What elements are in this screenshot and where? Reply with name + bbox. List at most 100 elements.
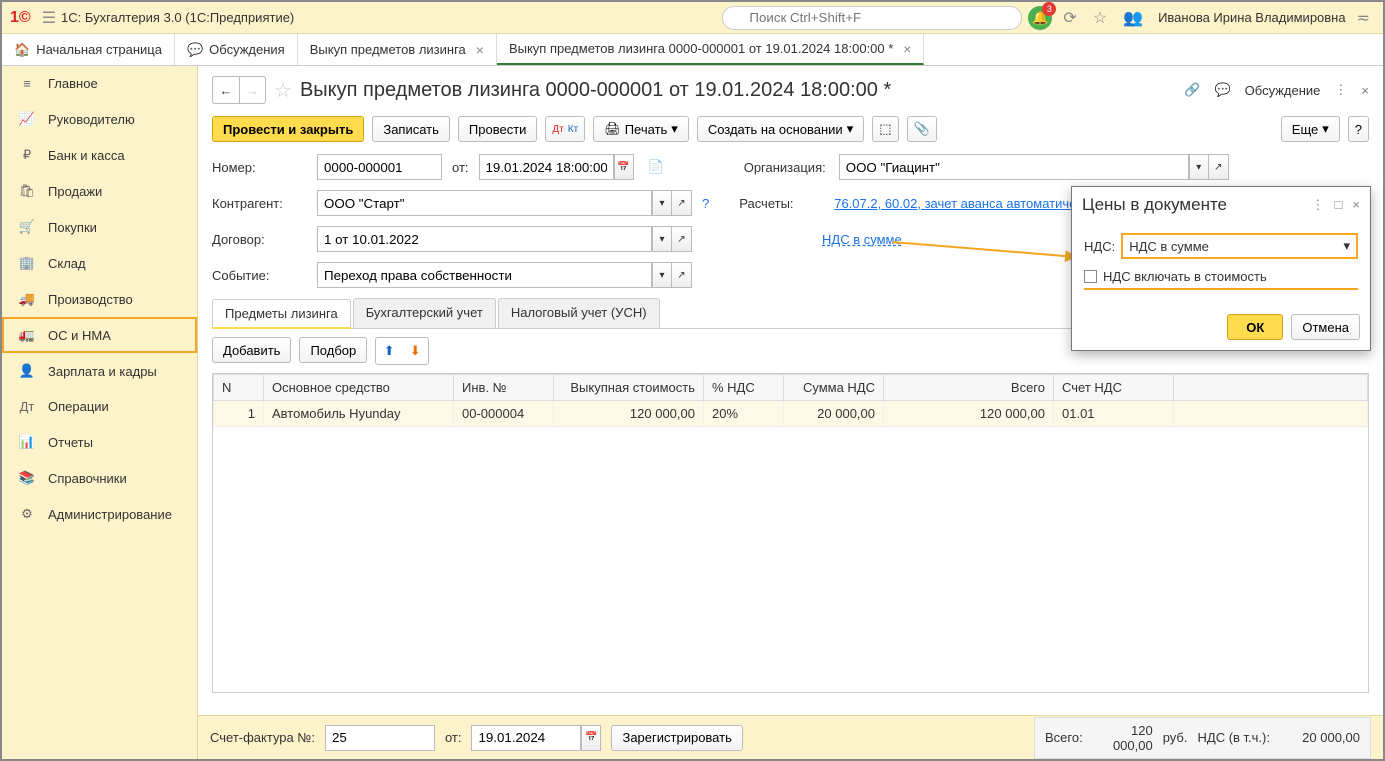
cell-vat-sum[interactable]: 20 000,00 [784, 401, 884, 427]
open-icon[interactable]: ↗ [672, 226, 692, 252]
contract-input[interactable] [317, 226, 652, 252]
contr-input[interactable] [317, 190, 652, 216]
col-cost[interactable]: Выкупная стоимость [554, 375, 704, 401]
dtkt-button[interactable]: ДтКт [545, 116, 585, 142]
help-button[interactable]: ? [1348, 116, 1369, 142]
cell-vat-pct[interactable]: 20% [704, 401, 784, 427]
col-total[interactable]: Всего [884, 375, 1054, 401]
col-inv[interactable]: Инв. № [454, 375, 554, 401]
nav-bank[interactable]: ₽Банк и касса [2, 137, 197, 173]
col-vat-sum[interactable]: Сумма НДС [784, 375, 884, 401]
invoice-date-input[interactable] [471, 725, 581, 751]
cell-acct[interactable]: 01.01 [1054, 401, 1174, 427]
items-table[interactable]: N Основное средство Инв. № Выкупная стои… [212, 373, 1369, 693]
nav-warehouse[interactable]: 🏢Склад [2, 245, 197, 281]
register-button[interactable]: Зарегистрировать [611, 725, 742, 751]
pick-button[interactable]: Подбор [299, 337, 367, 363]
more-icon[interactable]: ⋮ [1334, 82, 1347, 98]
post-button[interactable]: Провести [458, 116, 538, 142]
back-button[interactable]: ← [213, 77, 239, 103]
menu-icon[interactable]: ☰ [42, 8, 56, 28]
nav-hr[interactable]: 👤Зарплата и кадры [2, 353, 197, 389]
tab-leasing-items[interactable]: Предметы лизинга [212, 299, 351, 329]
cell-cost[interactable]: 120 000,00 [554, 401, 704, 427]
forward-button[interactable]: → [239, 77, 265, 103]
more-icon[interactable]: ⋮ [1312, 197, 1325, 213]
calc-link[interactable]: 76.07.2, 60.02, зачет аванса автоматичес… [834, 196, 1096, 211]
close-icon[interactable]: × [476, 42, 484, 58]
save-button[interactable]: Записать [372, 116, 450, 142]
post-close-button[interactable]: Провести и закрыть [212, 116, 364, 142]
popup-nds-select[interactable]: НДС в сумме ▾ [1121, 233, 1358, 259]
open-icon[interactable]: ↗ [672, 262, 692, 288]
chevron-down-icon[interactable]: ▾ [652, 262, 672, 288]
attach-button[interactable]: 📎 [907, 116, 937, 142]
chevron-down-icon[interactable]: ▾ [1189, 154, 1209, 180]
popup-cancel-button[interactable]: Отмена [1291, 314, 1360, 340]
star-icon[interactable]: ☆ [1093, 8, 1107, 28]
nav-references[interactable]: 📚Справочники [2, 460, 197, 496]
discuss-link[interactable]: Обсуждение [1245, 83, 1321, 98]
col-vat-pct[interactable]: % НДС [704, 375, 784, 401]
calendar-icon[interactable]: 📅 [581, 725, 601, 751]
nav-reports[interactable]: 📊Отчеты [2, 424, 197, 460]
tab-leasing-doc[interactable]: Выкуп предметов лизинга 0000-000001 от 1… [497, 34, 925, 65]
related-button[interactable]: ⬚ [872, 116, 898, 142]
calendar-icon[interactable]: 📅 [614, 154, 634, 180]
nav-admin[interactable]: ⚙Администрирование [2, 496, 197, 532]
add-button[interactable]: Добавить [212, 337, 291, 363]
col-n[interactable]: N [214, 375, 264, 401]
tab-leasing-list[interactable]: Выкуп предметов лизинга × [298, 34, 497, 65]
col-acct[interactable]: Счет НДС [1054, 375, 1174, 401]
nds-link[interactable]: НДС в сумме [822, 232, 902, 247]
cell-empty[interactable] [1174, 401, 1368, 427]
cell-asset[interactable]: Автомобиль Hyunday [264, 401, 454, 427]
nav-production[interactable]: 🚚Производство [2, 281, 197, 317]
help-link[interactable]: ? [702, 196, 709, 211]
history-icon[interactable]: ⟳ [1063, 8, 1076, 28]
doc-status-icon[interactable]: 📄 [648, 159, 664, 175]
tab-discussions[interactable]: 💬 Обсуждения [175, 34, 298, 65]
open-icon[interactable]: ↗ [672, 190, 692, 216]
invoice-no-input[interactable] [325, 725, 435, 751]
cell-n[interactable]: 1 [214, 401, 264, 427]
close-icon[interactable]: × [903, 41, 911, 57]
nav-sales[interactable]: 🛍Продажи [2, 173, 197, 209]
nav-manager[interactable]: 📈Руководителю [2, 101, 197, 137]
event-input[interactable] [317, 262, 652, 288]
nav-main[interactable]: ≡Главное [2, 66, 197, 101]
chevron-down-icon[interactable]: ▾ [652, 190, 672, 216]
cell-inv[interactable]: 00-000004 [454, 401, 554, 427]
tab-accounting[interactable]: Бухгалтерский учет [353, 298, 496, 328]
chevron-down-icon[interactable]: ▾ [652, 226, 672, 252]
user-icon[interactable]: 👥 [1123, 8, 1143, 28]
favorite-star-icon[interactable]: ☆ [274, 78, 292, 103]
tab-home[interactable]: 🏠 Начальная страница [2, 34, 175, 65]
move-down-button[interactable]: ⬇ [402, 338, 428, 364]
popup-ok-button[interactable]: ОК [1227, 314, 1283, 340]
print-button[interactable]: 🖨Печать▾ [593, 116, 689, 142]
search-input[interactable] [722, 6, 1022, 30]
open-icon[interactable]: ↗ [1209, 154, 1229, 180]
move-up-button[interactable]: ⬆ [376, 338, 402, 364]
maximize-icon[interactable]: □ [1335, 197, 1343, 213]
settings-icon[interactable]: ≂ [1357, 8, 1370, 28]
notifications-bell-icon[interactable]: 🔔 3 [1028, 6, 1052, 30]
link-icon[interactable]: 🔗 [1184, 82, 1200, 98]
popup-checkbox[interactable] [1084, 270, 1097, 283]
org-input[interactable] [839, 154, 1189, 180]
cell-total[interactable]: 120 000,00 [884, 401, 1054, 427]
nav-fixed-assets[interactable]: 🚛ОС и НМА [2, 317, 197, 353]
create-from-button[interactable]: Создать на основании▾ [697, 116, 864, 142]
close-icon[interactable]: × [1352, 197, 1360, 213]
col-asset[interactable]: Основное средство [264, 375, 454, 401]
nav-purchases[interactable]: 🛒Покупки [2, 209, 197, 245]
more-button[interactable]: Еще▾ [1281, 116, 1340, 142]
close-icon[interactable]: × [1361, 83, 1369, 98]
table-row[interactable]: 1 Автомобиль Hyunday 00-000004 120 000,0… [214, 401, 1368, 427]
nav-operations[interactable]: ДтОперации [2, 389, 197, 424]
col-empty[interactable] [1174, 375, 1368, 401]
date-input[interactable] [479, 154, 614, 180]
number-input[interactable] [317, 154, 442, 180]
tab-tax[interactable]: Налоговый учет (УСН) [498, 298, 660, 328]
